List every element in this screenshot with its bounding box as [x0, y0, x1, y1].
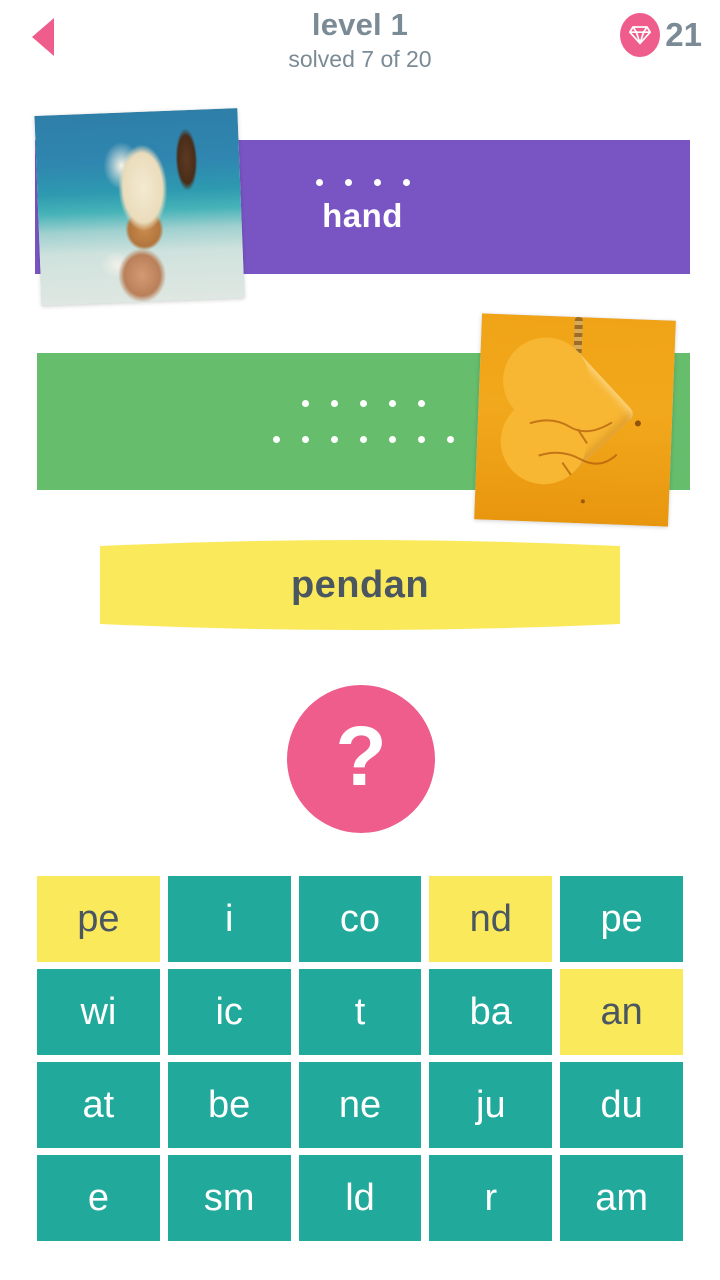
letter-dot	[447, 436, 454, 443]
letter-tile[interactable]: an	[560, 969, 683, 1055]
letter-dot	[344, 178, 352, 186]
hint-button[interactable]: ?	[287, 685, 435, 833]
gem-count-label: 21	[665, 16, 702, 53]
letter-tile[interactable]: i	[167, 876, 291, 962]
letter-tile[interactable]: sm	[167, 1155, 291, 1241]
answer-text: pendan	[290, 563, 430, 606]
letter-tile[interactable]: ju	[429, 1062, 553, 1148]
letter-tile[interactable]: ba	[429, 969, 553, 1055]
diamond-icon	[620, 13, 661, 57]
letter-tile[interactable]: at	[37, 1062, 160, 1148]
photo-image	[474, 313, 676, 527]
ice-cream-cone-photo	[34, 108, 245, 306]
letter-dot	[273, 436, 280, 443]
letter-tile-grid: pe i co nd pe wi ic t ba an at be ne ju …	[37, 876, 683, 1241]
letter-tile[interactable]: co	[298, 876, 422, 962]
letter-dot	[360, 400, 367, 407]
letter-tile[interactable]: am	[560, 1155, 683, 1241]
gem-counter[interactable]: 21	[620, 13, 702, 57]
letter-tile[interactable]: pe	[560, 876, 683, 962]
answer-banner[interactable]: pendan	[100, 540, 620, 630]
title-block: level 1 solved 7 of 20	[0, 6, 720, 74]
amber-veins-decor	[529, 419, 641, 504]
letter-tile[interactable]: ld	[298, 1155, 422, 1241]
missing-letters-dots-line-2	[273, 436, 454, 443]
puzzle-word-1: hand	[322, 196, 403, 234]
missing-letters-dots-line-1	[302, 400, 425, 407]
letter-dot	[302, 436, 309, 443]
letter-dot	[373, 178, 381, 186]
photo-image	[34, 108, 245, 306]
letter-tile[interactable]: e	[37, 1155, 160, 1241]
letter-tile[interactable]: ic	[167, 969, 291, 1055]
page-title: level 1	[311, 7, 409, 42]
letter-dot	[389, 400, 396, 407]
missing-letters-dots	[315, 178, 410, 186]
letter-dot	[331, 400, 338, 407]
letter-dot	[389, 436, 396, 443]
amber-heart-pendant-photo	[474, 313, 676, 527]
letter-tile[interactable]: t	[298, 969, 422, 1055]
letter-dot	[315, 178, 323, 186]
letter-tile[interactable]: be	[167, 1062, 291, 1148]
letter-tile[interactable]: pe	[37, 876, 160, 962]
letter-dot	[302, 400, 309, 407]
letter-dot	[418, 400, 425, 407]
header-bar: level 1 solved 7 of 20 21	[0, 0, 720, 95]
letter-tile[interactable]: du	[560, 1062, 683, 1148]
letter-dot	[418, 436, 425, 443]
letter-dot	[331, 436, 338, 443]
letter-dot	[360, 436, 367, 443]
letter-dot	[402, 178, 410, 186]
letter-tile[interactable]: nd	[429, 876, 553, 962]
progress-subtitle: solved 7 of 20	[288, 46, 432, 72]
letter-tile[interactable]: r	[429, 1155, 553, 1241]
question-mark-icon: ?	[335, 709, 387, 803]
letter-tile[interactable]: wi	[37, 969, 160, 1055]
letter-tile[interactable]: ne	[298, 1062, 422, 1148]
